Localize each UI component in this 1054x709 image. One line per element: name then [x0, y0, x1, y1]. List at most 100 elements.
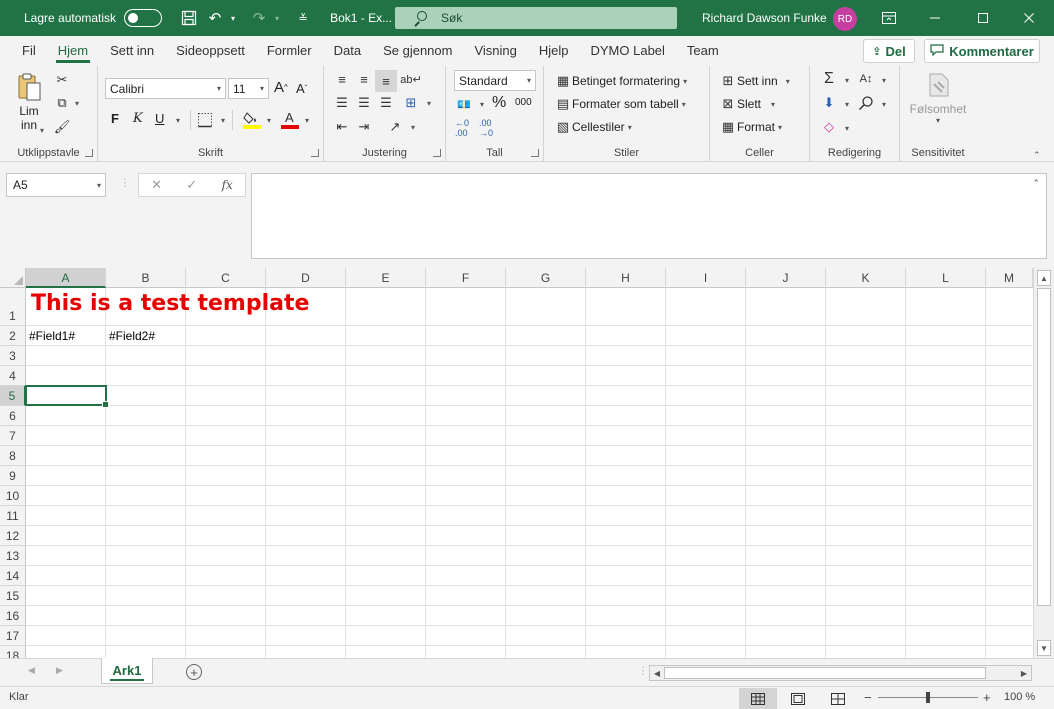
wrap-text-icon[interactable]: ab↵: [400, 70, 421, 88]
tab-review[interactable]: Se gjennom: [372, 36, 463, 66]
cut-icon[interactable]: ✂: [53, 71, 71, 89]
row-header-3[interactable]: 3: [0, 346, 26, 366]
fill-dropdown-icon[interactable]: ▾: [845, 100, 849, 109]
column-header-k[interactable]: K: [826, 268, 906, 288]
column-header-b[interactable]: B: [106, 268, 186, 288]
autosum-icon[interactable]: Σ: [820, 70, 838, 88]
customize-toolbar-icon[interactable]: ≚: [290, 6, 316, 30]
format-painter-icon[interactable]: 🖌: [53, 118, 71, 136]
next-sheet-icon[interactable]: ▶: [56, 665, 63, 676]
delete-cells-button[interactable]: ⊠ Slett ▾: [719, 95, 775, 113]
maximize-icon[interactable]: [960, 6, 1006, 30]
vertical-scrollbar[interactable]: ▲ ▼: [1033, 268, 1054, 658]
align-middle-icon[interactable]: ≡: [355, 70, 373, 88]
row-header-10[interactable]: 10: [0, 486, 26, 506]
copy-dropdown-icon[interactable]: ▾: [75, 99, 79, 108]
font-launcher-icon[interactable]: [311, 149, 319, 157]
decrease-decimal-icon[interactable]: .00 →0: [479, 118, 493, 138]
conditional-formatting-button[interactable]: ▦ Betinget formatering ▾: [554, 72, 687, 90]
tab-formulas[interactable]: Formler: [256, 36, 323, 66]
share-button[interactable]: ⇪ Del: [863, 39, 915, 63]
accounting-dropdown-icon[interactable]: ▾: [480, 100, 484, 109]
fill-color-icon[interactable]: [243, 110, 261, 130]
prev-sheet-icon[interactable]: ◀: [28, 665, 35, 676]
insert-cells-button[interactable]: ⊞ Sett inn ▾: [719, 72, 790, 90]
scroll-up-icon[interactable]: ▲: [1037, 270, 1051, 286]
scroll-down-icon[interactable]: ▼: [1037, 640, 1051, 656]
copy-icon[interactable]: ⧉: [53, 94, 71, 112]
close-icon[interactable]: [1006, 6, 1052, 30]
cancel-icon[interactable]: ✕: [151, 177, 162, 193]
align-left-icon[interactable]: ☰: [333, 94, 351, 112]
insert-function-icon[interactable]: fx: [222, 178, 233, 192]
increase-decimal-icon[interactable]: ←0.00: [455, 118, 469, 138]
clipboard-launcher-icon[interactable]: [85, 149, 93, 157]
page-layout-view-icon[interactable]: [779, 688, 817, 709]
cell-a2[interactable]: #Field1#: [29, 329, 75, 343]
borders-icon[interactable]: [197, 112, 213, 128]
collapse-formula-bar-icon[interactable]: ⌃: [1032, 178, 1040, 189]
scroll-right-icon[interactable]: ▶: [1017, 666, 1031, 680]
format-cells-button[interactable]: ▦ Format ▾: [719, 118, 782, 136]
minimize-icon[interactable]: [912, 6, 958, 30]
row-header-5[interactable]: 5: [0, 386, 26, 406]
borders-dropdown-icon[interactable]: ▾: [221, 116, 225, 125]
column-header-a[interactable]: A: [26, 268, 106, 288]
vertical-scroll-thumb[interactable]: [1037, 288, 1051, 606]
increase-font-icon[interactable]: A ^: [274, 79, 288, 96]
tab-splitter-icon[interactable]: ⋮: [638, 666, 648, 677]
fill-icon[interactable]: ⬇: [820, 94, 838, 112]
row-header-14[interactable]: 14: [0, 566, 26, 586]
underline-button[interactable]: U: [155, 111, 164, 126]
align-bottom-icon[interactable]: ≡: [375, 70, 397, 92]
column-header-e[interactable]: E: [346, 268, 426, 288]
orientation-icon[interactable]: ↗: [386, 118, 404, 136]
row-header-6[interactable]: 6: [0, 406, 26, 426]
cell-styles-button[interactable]: ▧ Cellestiler ▾: [554, 118, 632, 136]
increase-indent-icon[interactable]: ⇥: [355, 118, 373, 136]
zoom-slider-thumb[interactable]: [926, 692, 930, 703]
column-header-j[interactable]: J: [746, 268, 826, 288]
row-header-17[interactable]: 17: [0, 626, 26, 646]
underline-dropdown-icon[interactable]: ▾: [176, 116, 180, 125]
italic-button[interactable]: K: [133, 111, 143, 126]
ribbon-display-options-icon[interactable]: [866, 6, 912, 30]
row-header-2[interactable]: 2: [0, 326, 26, 346]
tab-dymo-label[interactable]: DYMO Label: [580, 36, 676, 66]
tab-home[interactable]: Hjem: [47, 36, 99, 66]
user-name[interactable]: Richard Dawson Funke: [702, 11, 827, 25]
comments-button[interactable]: Kommentarer: [924, 39, 1040, 63]
paste-button[interactable]: Lim inn: [14, 72, 44, 132]
cell-b2[interactable]: #Field2#: [109, 329, 155, 343]
column-header-m[interactable]: M: [986, 268, 1033, 288]
row-header-9[interactable]: 9: [0, 466, 26, 486]
align-center-icon[interactable]: ☰: [355, 94, 373, 112]
horizontal-scrollbar[interactable]: ◀ ▶: [649, 665, 1032, 681]
alignment-launcher-icon[interactable]: [433, 149, 441, 157]
percent-icon[interactable]: %: [492, 94, 506, 112]
row-header-11[interactable]: 11: [0, 506, 26, 526]
search-box[interactable]: Søk: [395, 7, 677, 29]
accounting-format-icon[interactable]: 💶: [455, 95, 473, 113]
sheet-tab-ark1[interactable]: Ark1: [101, 658, 153, 684]
align-right-icon[interactable]: ☰: [377, 94, 395, 112]
active-cell-a5[interactable]: [25, 385, 109, 408]
avatar[interactable]: RD: [833, 7, 857, 31]
sort-filter-icon[interactable]: A↕: [857, 70, 875, 88]
sensitivity-button[interactable]: Følsomhet ▾: [908, 70, 968, 125]
row-header-18[interactable]: 18: [0, 646, 26, 658]
tab-page-layout[interactable]: Sideoppsett: [165, 36, 256, 66]
row-header-4[interactable]: 4: [0, 366, 26, 386]
column-header-l[interactable]: L: [906, 268, 986, 288]
sort-filter-dropdown-icon[interactable]: ▾: [882, 76, 886, 85]
find-select-dropdown-icon[interactable]: ▾: [882, 100, 886, 109]
column-header-h[interactable]: H: [586, 268, 666, 288]
comma-style-icon[interactable]: 000: [515, 97, 532, 108]
undo-dropdown-icon[interactable]: ▾: [228, 6, 238, 30]
scroll-left-icon[interactable]: ◀: [650, 666, 664, 680]
zoom-out-icon[interactable]: −: [864, 690, 872, 705]
bold-button[interactable]: F: [111, 111, 119, 126]
orientation-dropdown-icon[interactable]: ▾: [411, 123, 415, 132]
redo-dropdown-icon[interactable]: ▾: [272, 6, 282, 30]
save-icon[interactable]: [176, 6, 202, 30]
